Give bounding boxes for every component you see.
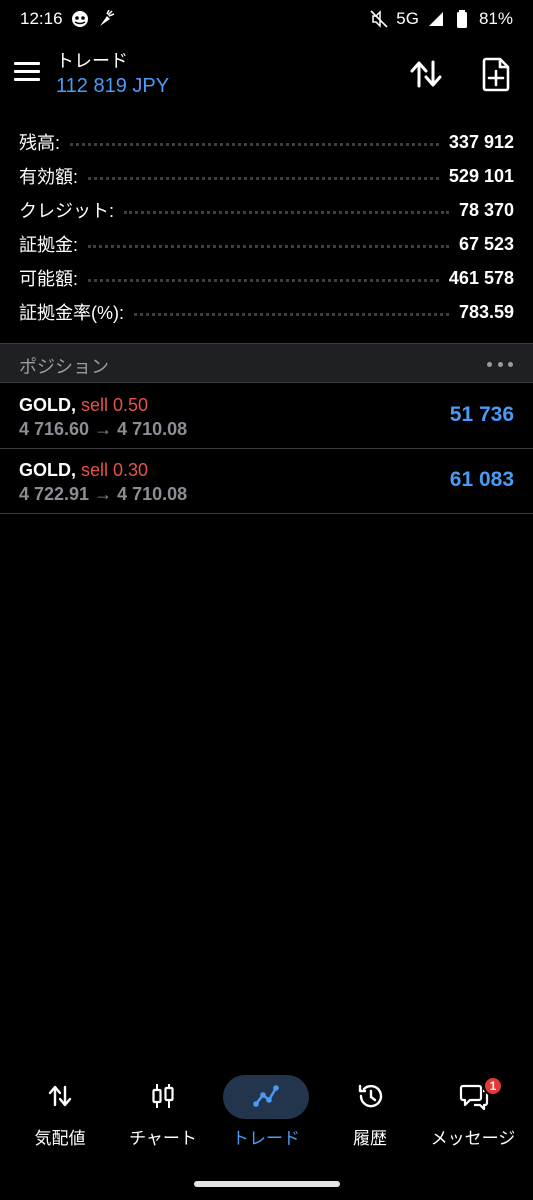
carrot-icon	[97, 10, 115, 28]
account-value: 461 578	[448, 267, 514, 288]
more-horizontal-icon[interactable]	[487, 356, 513, 372]
app-header: トレード 112 819 JPY	[0, 42, 533, 106]
signal-icon	[427, 10, 445, 28]
positions-section-header: ポジション	[0, 343, 533, 383]
app-notification-icon	[71, 10, 89, 28]
nav-item-history[interactable]: 履歴	[320, 1070, 420, 1160]
nav-item-quotes[interactable]: 気配値	[10, 1070, 110, 1160]
account-label: 証拠金率(%):	[19, 303, 124, 323]
position-side: sell 0.30	[81, 460, 149, 480]
position-row[interactable]: GOLD, sell 0.30 4 722.91 → 4 710.08 61 0…	[0, 449, 533, 514]
section-title: ポジション	[19, 357, 109, 377]
network-type: 5G	[396, 9, 419, 28]
nav-item-messages[interactable]: 1 メッセージ	[423, 1070, 523, 1160]
account-balance-summary: 112 819 JPY	[56, 75, 170, 97]
account-row-balance: 残高: 337 912	[0, 125, 533, 159]
account-value: 529 101	[448, 165, 514, 186]
dotted-leader	[88, 244, 449, 248]
dotted-leader	[124, 210, 449, 214]
dotted-leader	[70, 142, 439, 146]
position-row[interactable]: GOLD, sell 0.50 4 716.60 → 4 710.08 51 7…	[0, 384, 533, 449]
trade-icon	[252, 1082, 280, 1110]
account-label: 残高:	[19, 133, 61, 153]
account-label: 可能額:	[19, 269, 79, 289]
dotted-leader	[88, 176, 439, 180]
nav-label: チャート	[129, 1129, 197, 1148]
account-value: 78 370	[458, 199, 514, 220]
account-label: クレジット:	[19, 201, 115, 221]
sort-icon[interactable]	[408, 58, 444, 90]
home-indicator[interactable]	[194, 1181, 340, 1187]
chart-icon	[149, 1082, 177, 1110]
status-time: 12:16	[20, 9, 63, 28]
position-symbol: GOLD,	[19, 460, 76, 480]
page-title: トレード	[56, 51, 128, 71]
position-profit: 51 736	[449, 403, 514, 426]
battery-percent: 81%	[478, 9, 513, 28]
position-side: sell 0.50	[81, 395, 149, 415]
position-symbol: GOLD,	[19, 395, 76, 415]
nav-label: 履歴	[353, 1129, 387, 1148]
nav-label: メッセージ	[430, 1129, 516, 1148]
mute-icon	[370, 10, 388, 28]
account-value: 67 523	[458, 233, 514, 254]
quotes-icon	[46, 1082, 74, 1110]
battery-icon	[453, 10, 471, 28]
dotted-leader	[88, 278, 439, 282]
nav-label: 気配値	[34, 1129, 86, 1148]
account-value: 783.59	[458, 301, 514, 322]
account-row-free-margin: 可能額: 461 578	[0, 261, 533, 295]
account-row-margin: 証拠金: 67 523	[0, 227, 533, 261]
account-row-margin-level: 証拠金率(%): 783.59	[0, 295, 533, 329]
nav-item-chart[interactable]: チャート	[113, 1070, 213, 1160]
status-bar: 12:16 5G 81%	[0, 0, 533, 38]
nav-item-trade[interactable]: トレード	[216, 1070, 316, 1160]
account-row-credit: クレジット: 78 370	[0, 193, 533, 227]
account-summary: 残高: 337 912 有効額: 529 101 クレジット: 78 370 証…	[0, 125, 533, 329]
position-prices: 4 716.60 → 4 710.08	[19, 419, 188, 439]
account-label: 有効額:	[19, 167, 79, 187]
positions-list: GOLD, sell 0.50 4 716.60 → 4 710.08 51 7…	[0, 384, 533, 514]
account-row-equity: 有効額: 529 101	[0, 159, 533, 193]
menu-icon[interactable]	[14, 62, 40, 84]
nav-label: トレード	[232, 1129, 300, 1148]
account-label: 証拠金:	[19, 235, 79, 255]
account-value: 337 912	[448, 131, 514, 152]
position-profit: 61 083	[449, 468, 514, 491]
history-icon	[356, 1082, 384, 1110]
new-order-icon[interactable]	[480, 56, 514, 92]
unread-badge: 1	[483, 1076, 503, 1096]
position-prices: 4 722.91 → 4 710.08	[19, 484, 188, 504]
bottom-navigation: 気配値 チャート トレード 履歴 1 メッセージ	[0, 1070, 533, 1160]
dotted-leader	[134, 312, 449, 316]
